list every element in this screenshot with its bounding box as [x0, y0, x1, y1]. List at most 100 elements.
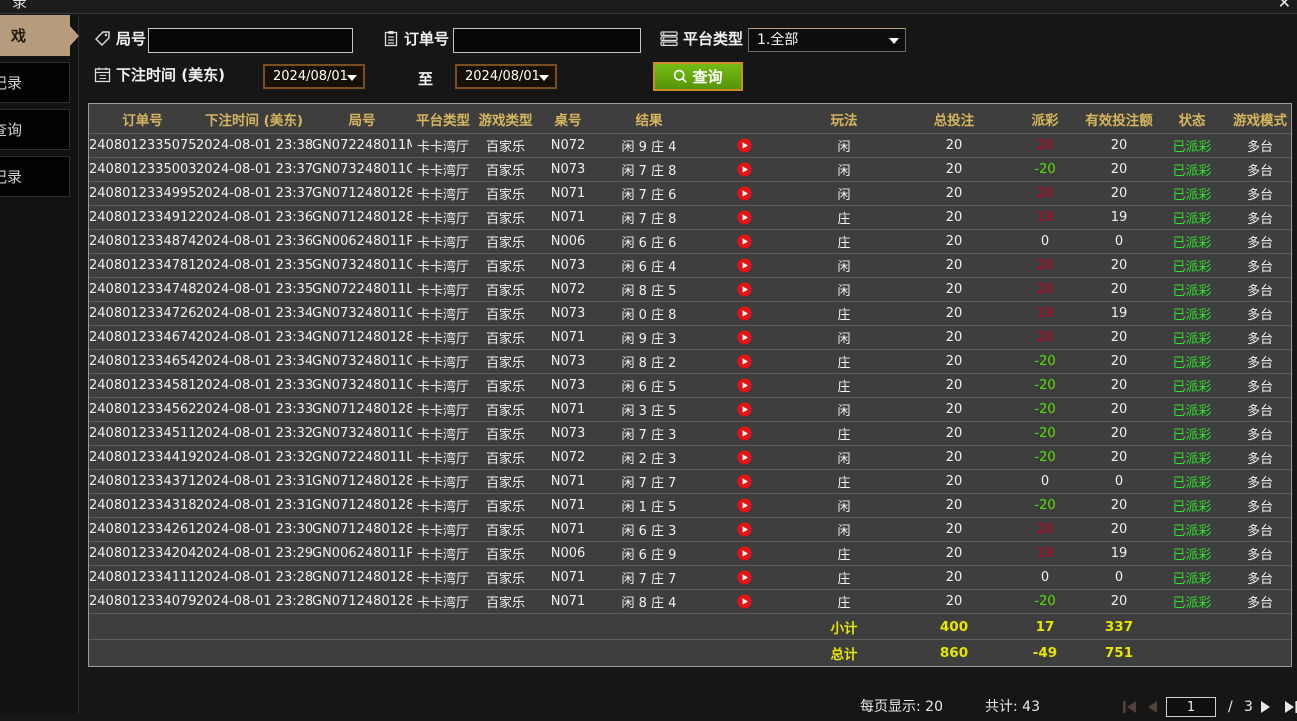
bet-time: 2024-08-01 23:36:29	[196, 234, 312, 249]
last-page-button[interactable]	[1284, 700, 1297, 714]
status: 已派彩	[1157, 472, 1227, 491]
sidebar-tab-records[interactable]: 记录	[0, 62, 70, 103]
payout: -20	[1009, 426, 1081, 441]
payout: -20	[1009, 378, 1081, 393]
clipboard-icon	[383, 30, 399, 47]
status: 已派彩	[1157, 136, 1227, 155]
order-number: 240801233467411	[89, 330, 196, 345]
game-type: 百家乐	[474, 232, 537, 251]
subtotal-row: 小计40017337	[89, 614, 1291, 640]
round-number: GN072248011LX	[312, 282, 412, 297]
play-icon[interactable]	[699, 546, 789, 561]
bet-side: 闲	[789, 280, 899, 299]
page-separator: /	[1228, 697, 1233, 717]
game-mode: 多台	[1227, 304, 1293, 323]
sidebar-tab-game[interactable]: 戏	[0, 15, 70, 56]
play-icon[interactable]	[699, 426, 789, 441]
play-icon[interactable]	[699, 210, 789, 225]
play-icon[interactable]	[699, 162, 789, 177]
play-icon[interactable]	[699, 522, 789, 537]
game-mode: 多台	[1227, 568, 1293, 587]
play-icon[interactable]	[699, 354, 789, 369]
query-button[interactable]: 查询	[653, 62, 743, 91]
play-icon[interactable]	[699, 450, 789, 465]
chevron-down-icon	[539, 75, 549, 81]
play-icon[interactable]	[699, 594, 789, 609]
result: 闲 8 庄 2	[599, 352, 699, 371]
bet-time: 2024-08-01 23:36:47	[196, 210, 312, 225]
table-row: 2408012334111362024-08-01 23:28:59GN0712…	[89, 566, 1291, 590]
date-from-picker[interactable]: 2024/08/01	[263, 64, 365, 89]
play-icon[interactable]	[699, 570, 789, 585]
play-icon[interactable]	[699, 330, 789, 345]
first-page-button[interactable]	[1122, 700, 1137, 714]
result: 闲 1 庄 5	[599, 496, 699, 515]
pagination-bar: 每页显示: 20 共计: 43 1 / 3	[88, 697, 1292, 721]
total-bet: 20	[899, 282, 1009, 297]
platform-type-select[interactable]: 1.全部	[748, 28, 906, 52]
round-number: GN073248011OI	[312, 162, 412, 177]
round-number-input[interactable]	[148, 28, 353, 53]
bet-side: 庄	[789, 304, 899, 323]
table-number: N071	[537, 330, 599, 345]
payout: 20	[1009, 522, 1081, 537]
total-bet: 20	[899, 138, 1009, 153]
total-count-label: 共计: 43	[985, 697, 1040, 717]
payout: -20	[1009, 354, 1081, 369]
subtotal-valid-bet: 337	[1081, 619, 1157, 635]
game-type: 百家乐	[474, 208, 537, 227]
prev-page-button[interactable]	[1145, 700, 1158, 714]
game-type: 百家乐	[474, 544, 537, 563]
play-icon[interactable]	[699, 474, 789, 489]
chevron-down-icon	[347, 75, 357, 81]
bet-time: 2024-08-01 23:34:58	[196, 306, 312, 321]
table-number: N071	[537, 186, 599, 201]
bet-time: 2024-08-01 23:30:25	[196, 522, 312, 537]
sidebar-tab-query[interactable]: 查询	[0, 109, 70, 150]
order-number-input[interactable]	[453, 28, 641, 53]
order-number: 240801233431891	[89, 498, 196, 513]
bet-time: 2024-08-01 23:32:57	[196, 426, 312, 441]
play-icon[interactable]	[699, 258, 789, 273]
table-number: N071	[537, 570, 599, 585]
result: 闲 8 庄 4	[599, 592, 699, 611]
order-number-label: 订单号	[404, 28, 449, 49]
play-icon[interactable]	[699, 378, 789, 393]
game-type: 百家乐	[474, 448, 537, 467]
bet-side: 闲	[789, 136, 899, 155]
play-icon[interactable]	[699, 282, 789, 297]
play-icon[interactable]	[699, 402, 789, 417]
play-icon[interactable]	[699, 186, 789, 201]
game-type: 百家乐	[474, 328, 537, 347]
status: 已派彩	[1157, 232, 1227, 251]
bet-time: 2024-08-01 23:33:25	[196, 402, 312, 417]
game-mode: 多台	[1227, 544, 1293, 563]
platform-type: 卡卡湾厅	[412, 448, 474, 467]
payout: 19	[1009, 306, 1081, 321]
game-type: 百家乐	[474, 568, 537, 587]
table-row: 2408012334371052024-08-01 23:31:32GN0712…	[89, 470, 1291, 494]
page-number-input[interactable]: 1	[1166, 697, 1216, 717]
payout: -20	[1009, 402, 1081, 417]
table-row: 2408012335075582024-08-01 23:38:35GN0722…	[89, 134, 1291, 158]
query-button-label: 查询	[692, 66, 722, 87]
platform-type: 卡卡湾厅	[412, 520, 474, 539]
result: 闲 7 庄 7	[599, 472, 699, 491]
next-page-button[interactable]	[1260, 700, 1273, 714]
table-body: 2408012335075582024-08-01 23:38:35GN0722…	[89, 134, 1291, 614]
total-bet: 20	[899, 210, 1009, 225]
play-icon[interactable]	[699, 234, 789, 249]
chevron-down-icon	[889, 38, 899, 44]
close-icon[interactable]: ✕	[1278, 0, 1291, 12]
total-bet: 20	[899, 234, 1009, 249]
status: 已派彩	[1157, 520, 1227, 539]
play-icon[interactable]	[699, 138, 789, 153]
date-to-picker[interactable]: 2024/08/01	[455, 64, 557, 89]
play-icon[interactable]	[699, 498, 789, 513]
order-number: 240801233426131	[89, 522, 196, 537]
game-type: 百家乐	[474, 472, 537, 491]
sidebar-tab-records-2[interactable]: 记录	[0, 156, 70, 197]
valid-bet: 0	[1081, 474, 1157, 489]
play-icon[interactable]	[699, 306, 789, 321]
game-type: 百家乐	[474, 256, 537, 275]
